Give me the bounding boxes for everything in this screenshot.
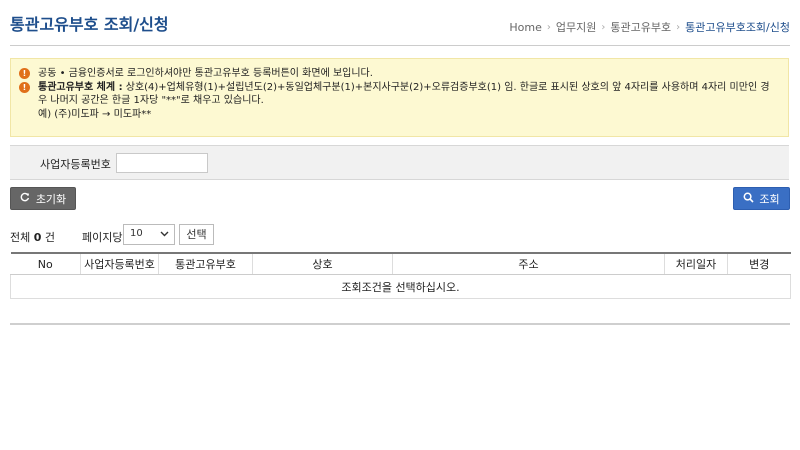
page-title: 통관고유부호 조회/신청: [10, 15, 169, 34]
column-header-address: 주소: [392, 252, 665, 275]
chevron-right-icon: ›: [601, 21, 606, 33]
column-header-no: No: [10, 252, 81, 275]
search-button[interactable]: 조회: [733, 187, 790, 210]
column-header-business-number: 사업자등록번호: [80, 252, 159, 275]
column-header-processed-date: 처리일자: [664, 252, 728, 275]
notice-login: 공동 • 금융인증서로 로그인하셔야만 통관고유부호 등록버튼이 화면에 보입니…: [38, 68, 373, 79]
notice-box: ! 공동 • 금융인증서로 로그인하셔야만 통관고유부호 등록버튼이 화면에 보…: [10, 58, 789, 137]
warning-icon: !: [19, 68, 30, 79]
business-number-input[interactable]: [116, 153, 208, 173]
search-icon: [743, 192, 754, 206]
bottom-divider: [10, 323, 790, 325]
chevron-right-icon: ›: [546, 21, 551, 33]
search-panel: 사업자등록번호: [10, 145, 789, 180]
breadcrumb-current: 통관고유부호조회/신청: [685, 21, 790, 34]
per-page-value: 10: [130, 228, 143, 239]
column-header-customs-code: 통관고유부호: [158, 252, 253, 275]
chevron-right-icon: ›: [676, 21, 681, 33]
breadcrumb: Home › 업무지원 › 통관고유부호 › 통관고유부호조회/신청: [509, 19, 790, 35]
chevron-down-icon: [160, 229, 169, 241]
title-divider: [10, 45, 790, 46]
results-table: No 사업자등록번호 통관고유부호 상호 주소 처리일자 변경 조회조건을 선택…: [10, 252, 791, 299]
column-header-change: 변경: [727, 252, 791, 275]
notice-code-structure-label: 통관고유부호 체계 :: [38, 82, 123, 93]
per-page-label: 페이지당: [82, 231, 123, 244]
breadcrumb-customs-code[interactable]: 통관고유부호: [610, 19, 671, 35]
total-count: 전체 0 건: [10, 229, 55, 245]
total-number: 0: [33, 231, 42, 244]
business-number-label: 사업자등록번호: [40, 158, 111, 171]
total-suffix: 건: [44, 231, 56, 244]
reset-button[interactable]: 초기화: [10, 187, 76, 210]
empty-message: 조회조건을 선택하십시오.: [10, 274, 791, 299]
notice-example: 예) (주)미도파 → 미도파**: [38, 109, 152, 120]
table-row: 조회조건을 선택하십시오.: [10, 274, 791, 299]
notice-code-structure: 통관고유부호 체계 : 상호(4)+업체유형(1)+설립년도(2)+동일업체구분…: [38, 81, 778, 107]
table-header-row: No 사업자등록번호 통관고유부호 상호 주소 처리일자 변경: [10, 252, 791, 275]
warning-icon: !: [19, 82, 30, 93]
breadcrumb-work-support[interactable]: 업무지원: [556, 19, 596, 35]
reset-button-label: 초기화: [35, 192, 67, 206]
breadcrumb-home[interactable]: Home: [509, 21, 541, 34]
total-prefix: 전체: [10, 231, 31, 244]
refresh-icon: [20, 192, 30, 205]
search-button-label: 조회: [759, 192, 780, 206]
per-page-apply-button[interactable]: 선택: [179, 224, 214, 245]
column-header-company-name: 상호: [252, 252, 393, 275]
notice-code-structure-text: 상호(4)+업체유형(1)+설립년도(2)+동일업체구분(1)+본지사구분(2)…: [38, 82, 770, 106]
per-page-select[interactable]: 10: [123, 224, 175, 245]
